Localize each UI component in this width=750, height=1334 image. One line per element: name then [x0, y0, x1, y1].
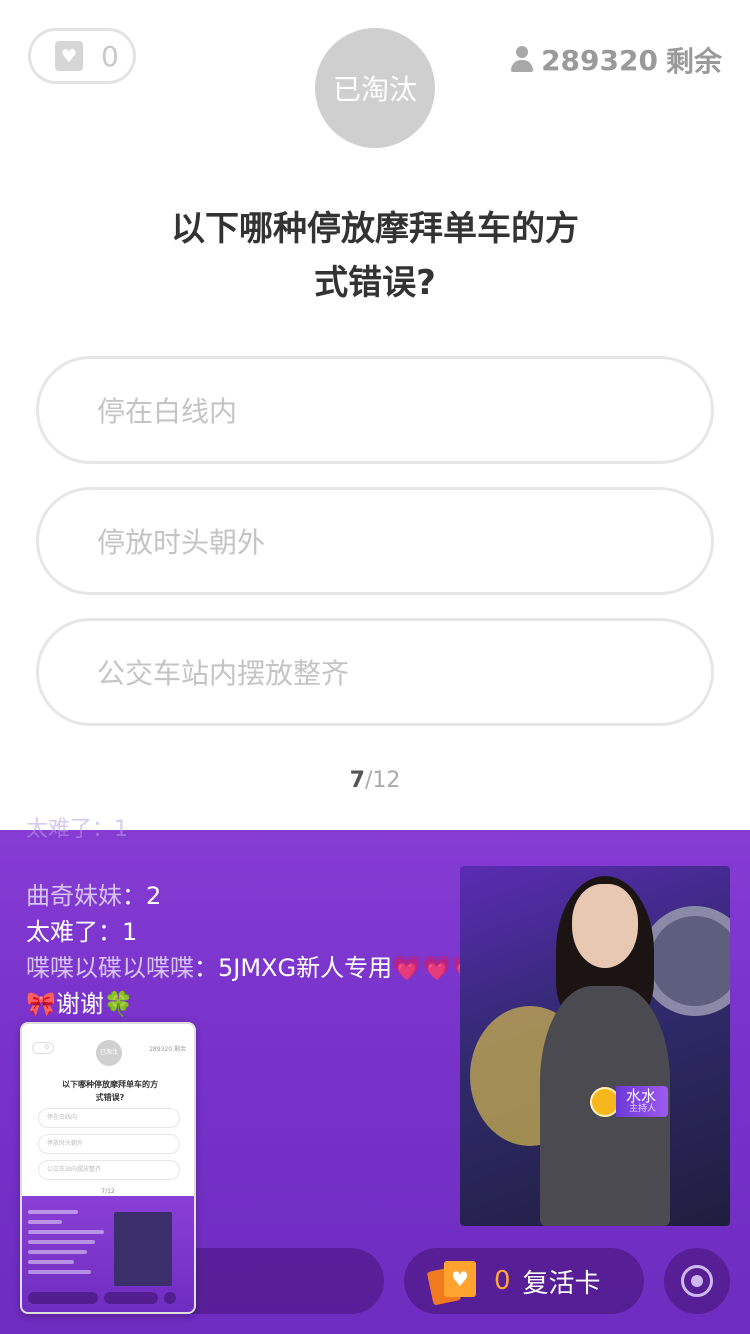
- target-button[interactable]: [664, 1248, 730, 1314]
- answer-option-3[interactable]: 公交车站内摆放整齐: [36, 618, 714, 726]
- target-icon: [681, 1265, 713, 1297]
- answer-option-2[interactable]: 停放时头朝外: [36, 487, 714, 595]
- question-text: 以下哪种停放摩拜单车的方 式错误?: [140, 202, 610, 310]
- question-progress: 7/12: [0, 768, 750, 793]
- screen-thumbnail[interactable]: 0 已淘汰 289320 剩余 以下哪种停放摩拜单车的方 式错误? 停在白线内 …: [20, 1022, 196, 1314]
- thumb-option: 停放时头朝外: [38, 1134, 180, 1154]
- eliminated-status: 已淘汰: [315, 28, 435, 148]
- heart-icon: ♥: [55, 41, 83, 71]
- remaining-players: 289320 剩余: [511, 40, 722, 80]
- thumb-status: 已淘汰: [96, 1040, 122, 1066]
- thumb-remaining: 289320 剩余: [149, 1046, 186, 1053]
- remaining-suffix: 剩余: [665, 45, 722, 78]
- host-role: 主持人: [629, 1104, 657, 1114]
- revive-label: 复活卡: [522, 1268, 601, 1299]
- revive-card-button[interactable]: 0 复活卡: [404, 1248, 644, 1314]
- progress-current: 7: [349, 768, 365, 793]
- thumb-option: 公交车站内摆放整齐: [38, 1160, 180, 1180]
- host-video: [460, 866, 730, 1226]
- heart-badge[interactable]: ♥ 0: [28, 28, 136, 84]
- chat-message-faded: 太难了：1: [26, 817, 129, 842]
- remaining-count: 289320: [541, 43, 658, 77]
- thumb-heart: 0: [32, 1042, 54, 1054]
- revive-count: 0: [494, 1266, 511, 1296]
- quiz-card: ♥ 0 已淘汰 289320 剩余 以下哪种停放摩拜单车的方 式错误? 停在白线…: [0, 0, 750, 830]
- question-line-2: 式错误?: [314, 263, 436, 303]
- comment-input[interactable]: [190, 1248, 384, 1314]
- revive-card-icon: [430, 1261, 478, 1301]
- answer-option-1[interactable]: 停在白线内: [36, 356, 714, 464]
- thumb-progress: 7/12: [101, 1188, 115, 1195]
- host-name: 水水: [626, 1087, 657, 1105]
- progress-total: /12: [364, 768, 401, 793]
- host-figure: [520, 876, 690, 1226]
- heart-count: 0: [101, 39, 119, 73]
- question-line-1: 以下哪种停放摩拜单车的方: [171, 209, 579, 249]
- thumb-question: 以下哪种停放摩拜单车的方 式错误?: [62, 1080, 158, 1102]
- thumb-live: [22, 1196, 194, 1312]
- person-icon: [511, 46, 534, 74]
- host-name-tag: 水水 主持人: [590, 1086, 669, 1117]
- thumb-option: 停在白线内: [38, 1108, 180, 1128]
